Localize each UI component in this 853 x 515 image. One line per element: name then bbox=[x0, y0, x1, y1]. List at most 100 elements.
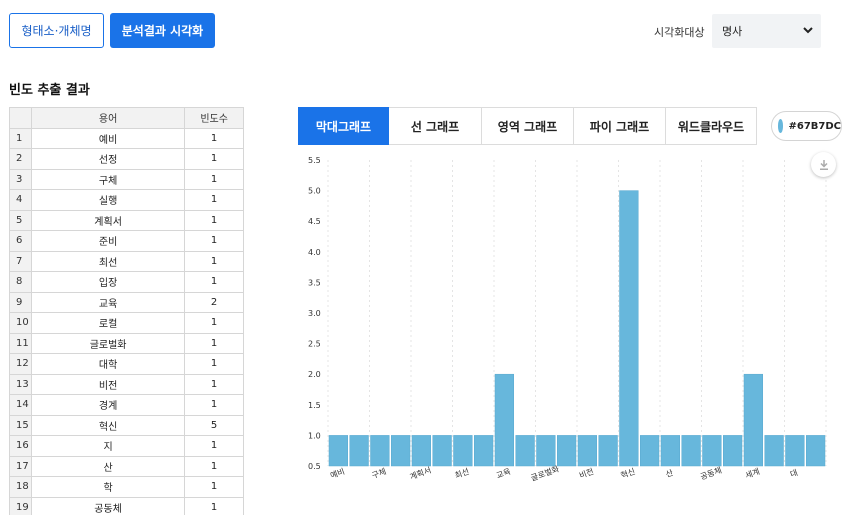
tab-word-cloud[interactable]: 워드클라우드 bbox=[666, 107, 757, 145]
x-tick-label: 교육 bbox=[495, 467, 512, 480]
row-index: 2 bbox=[9, 148, 32, 170]
bar bbox=[702, 435, 722, 467]
bar bbox=[619, 190, 639, 467]
row-index: 15 bbox=[9, 414, 32, 436]
table-row: 17 산 1 bbox=[9, 455, 244, 477]
row-term: 산 bbox=[30, 455, 186, 477]
bar bbox=[328, 435, 348, 467]
row-count: 1 bbox=[184, 394, 244, 416]
table-row: 5 계획서 1 bbox=[9, 209, 244, 231]
row-index: 3 bbox=[9, 168, 32, 190]
table-row: 1 예비 1 bbox=[9, 127, 244, 149]
y-tick-label: 0.5 bbox=[308, 462, 321, 471]
row-count: 1 bbox=[184, 332, 244, 354]
row-term: 비전 bbox=[30, 373, 186, 395]
row-count: 1 bbox=[184, 476, 244, 498]
row-index: 7 bbox=[9, 250, 32, 272]
tab-area-chart[interactable]: 영역 그래프 bbox=[482, 107, 574, 145]
row-count: 1 bbox=[184, 455, 244, 477]
x-tick-label: 공동체 bbox=[699, 465, 723, 482]
section-title: 빈도 추출 결과 bbox=[9, 83, 90, 98]
chevron-down-icon bbox=[803, 27, 813, 34]
row-index: 4 bbox=[9, 189, 32, 211]
tab-bar-chart[interactable]: 막대그래프 bbox=[298, 107, 389, 145]
y-tick-label: 1.5 bbox=[308, 401, 321, 410]
visualize-target-label: 시각화대상 bbox=[654, 26, 705, 39]
y-tick-label: 1.0 bbox=[308, 431, 321, 440]
table-row: 12 대학 1 bbox=[9, 353, 244, 375]
x-tick-label: 계획서 bbox=[408, 465, 432, 482]
row-term: 입장 bbox=[30, 271, 186, 293]
row-index: 13 bbox=[9, 373, 32, 395]
row-term: 학 bbox=[30, 476, 186, 498]
row-index: 16 bbox=[9, 435, 32, 457]
table-row: 13 비전 1 bbox=[9, 373, 244, 395]
bar bbox=[598, 435, 618, 467]
x-tick-label: 최선 bbox=[453, 466, 470, 480]
visualize-results-button[interactable]: 분석결과 시각화 bbox=[110, 13, 215, 48]
y-tick-label: 5.0 bbox=[308, 187, 321, 196]
bar bbox=[536, 435, 556, 467]
select-value: 명사 bbox=[722, 25, 743, 38]
table-row: 16 지 1 bbox=[9, 435, 244, 457]
bar bbox=[557, 435, 577, 467]
bar bbox=[806, 435, 826, 467]
row-index: 8 bbox=[9, 271, 32, 293]
y-tick-label: 5.5 bbox=[308, 156, 321, 165]
bar bbox=[391, 435, 411, 467]
row-index: 6 bbox=[9, 230, 32, 252]
table-row: 8 입장 1 bbox=[9, 271, 244, 293]
row-index: 5 bbox=[9, 209, 32, 231]
table-row: 10 로컬 1 bbox=[9, 312, 244, 334]
row-count: 1 bbox=[184, 271, 244, 293]
x-tick-label: 구체 bbox=[370, 466, 387, 480]
x-tick-label: 혁신 bbox=[620, 467, 637, 480]
chart-type-tabs: 막대그래프 선 그래프 영역 그래프 파이 그래프 워드클라우드 bbox=[298, 107, 757, 145]
bar-chart: 0.5 1.0 1.5 2.0 2.5 3.0 3.5 4.0 4.5 5.0 5.5 예비 구체 계획서… bbox=[308, 156, 827, 483]
x-tick-label: 세계 bbox=[744, 466, 761, 480]
term-header: 용어 bbox=[30, 107, 186, 129]
y-tick-label: 3.5 bbox=[308, 278, 321, 287]
visualize-target-select[interactable]: 명사 bbox=[712, 14, 821, 48]
tab-line-chart[interactable]: 선 그래프 bbox=[389, 107, 482, 145]
color-picker-button[interactable]: #67B7DC bbox=[771, 111, 842, 141]
row-index: 14 bbox=[9, 394, 32, 416]
row-index: 19 bbox=[9, 496, 32, 515]
row-term: 공동체 bbox=[30, 496, 186, 515]
bar bbox=[453, 435, 473, 467]
bar bbox=[411, 435, 431, 467]
y-tick-label: 2.0 bbox=[308, 370, 321, 379]
bar bbox=[432, 435, 452, 467]
row-index: 11 bbox=[9, 332, 32, 354]
table-header-row: 용어 빈도수 bbox=[9, 107, 244, 129]
y-tick-label: 4.5 bbox=[308, 217, 321, 226]
table-row: 18 학 1 bbox=[9, 476, 244, 498]
row-term: 최선 bbox=[30, 250, 186, 272]
table-row: 11 글로벌화 1 bbox=[9, 332, 244, 354]
row-count: 1 bbox=[184, 189, 244, 211]
row-term: 대학 bbox=[30, 353, 186, 375]
row-count: 1 bbox=[184, 250, 244, 272]
download-button[interactable] bbox=[811, 152, 836, 177]
y-tick-label: 2.5 bbox=[308, 340, 321, 349]
table-row: 9 교육 2 bbox=[9, 291, 244, 313]
row-term: 교육 bbox=[30, 291, 186, 313]
row-term: 로컬 bbox=[30, 312, 186, 334]
table-row: 15 혁신 5 bbox=[9, 414, 244, 436]
row-index: 1 bbox=[9, 127, 32, 149]
row-count: 1 bbox=[184, 209, 244, 231]
row-term: 계획서 bbox=[30, 209, 186, 231]
bar bbox=[681, 435, 701, 467]
bar bbox=[785, 435, 805, 467]
row-term: 혁신 bbox=[30, 414, 186, 436]
table-row: 6 준비 1 bbox=[9, 230, 244, 252]
table-row: 3 구체 1 bbox=[9, 168, 244, 190]
row-index: 10 bbox=[9, 312, 32, 334]
x-tick-label: 예비 bbox=[329, 466, 346, 480]
row-term: 선정 bbox=[30, 148, 186, 170]
morph-entity-button[interactable]: 형태소·개체명 bbox=[9, 13, 104, 48]
x-tick-label: 대 bbox=[789, 468, 799, 479]
row-count: 1 bbox=[184, 353, 244, 375]
tab-pie-chart[interactable]: 파이 그래프 bbox=[574, 107, 666, 145]
count-header: 빈도수 bbox=[184, 107, 244, 129]
